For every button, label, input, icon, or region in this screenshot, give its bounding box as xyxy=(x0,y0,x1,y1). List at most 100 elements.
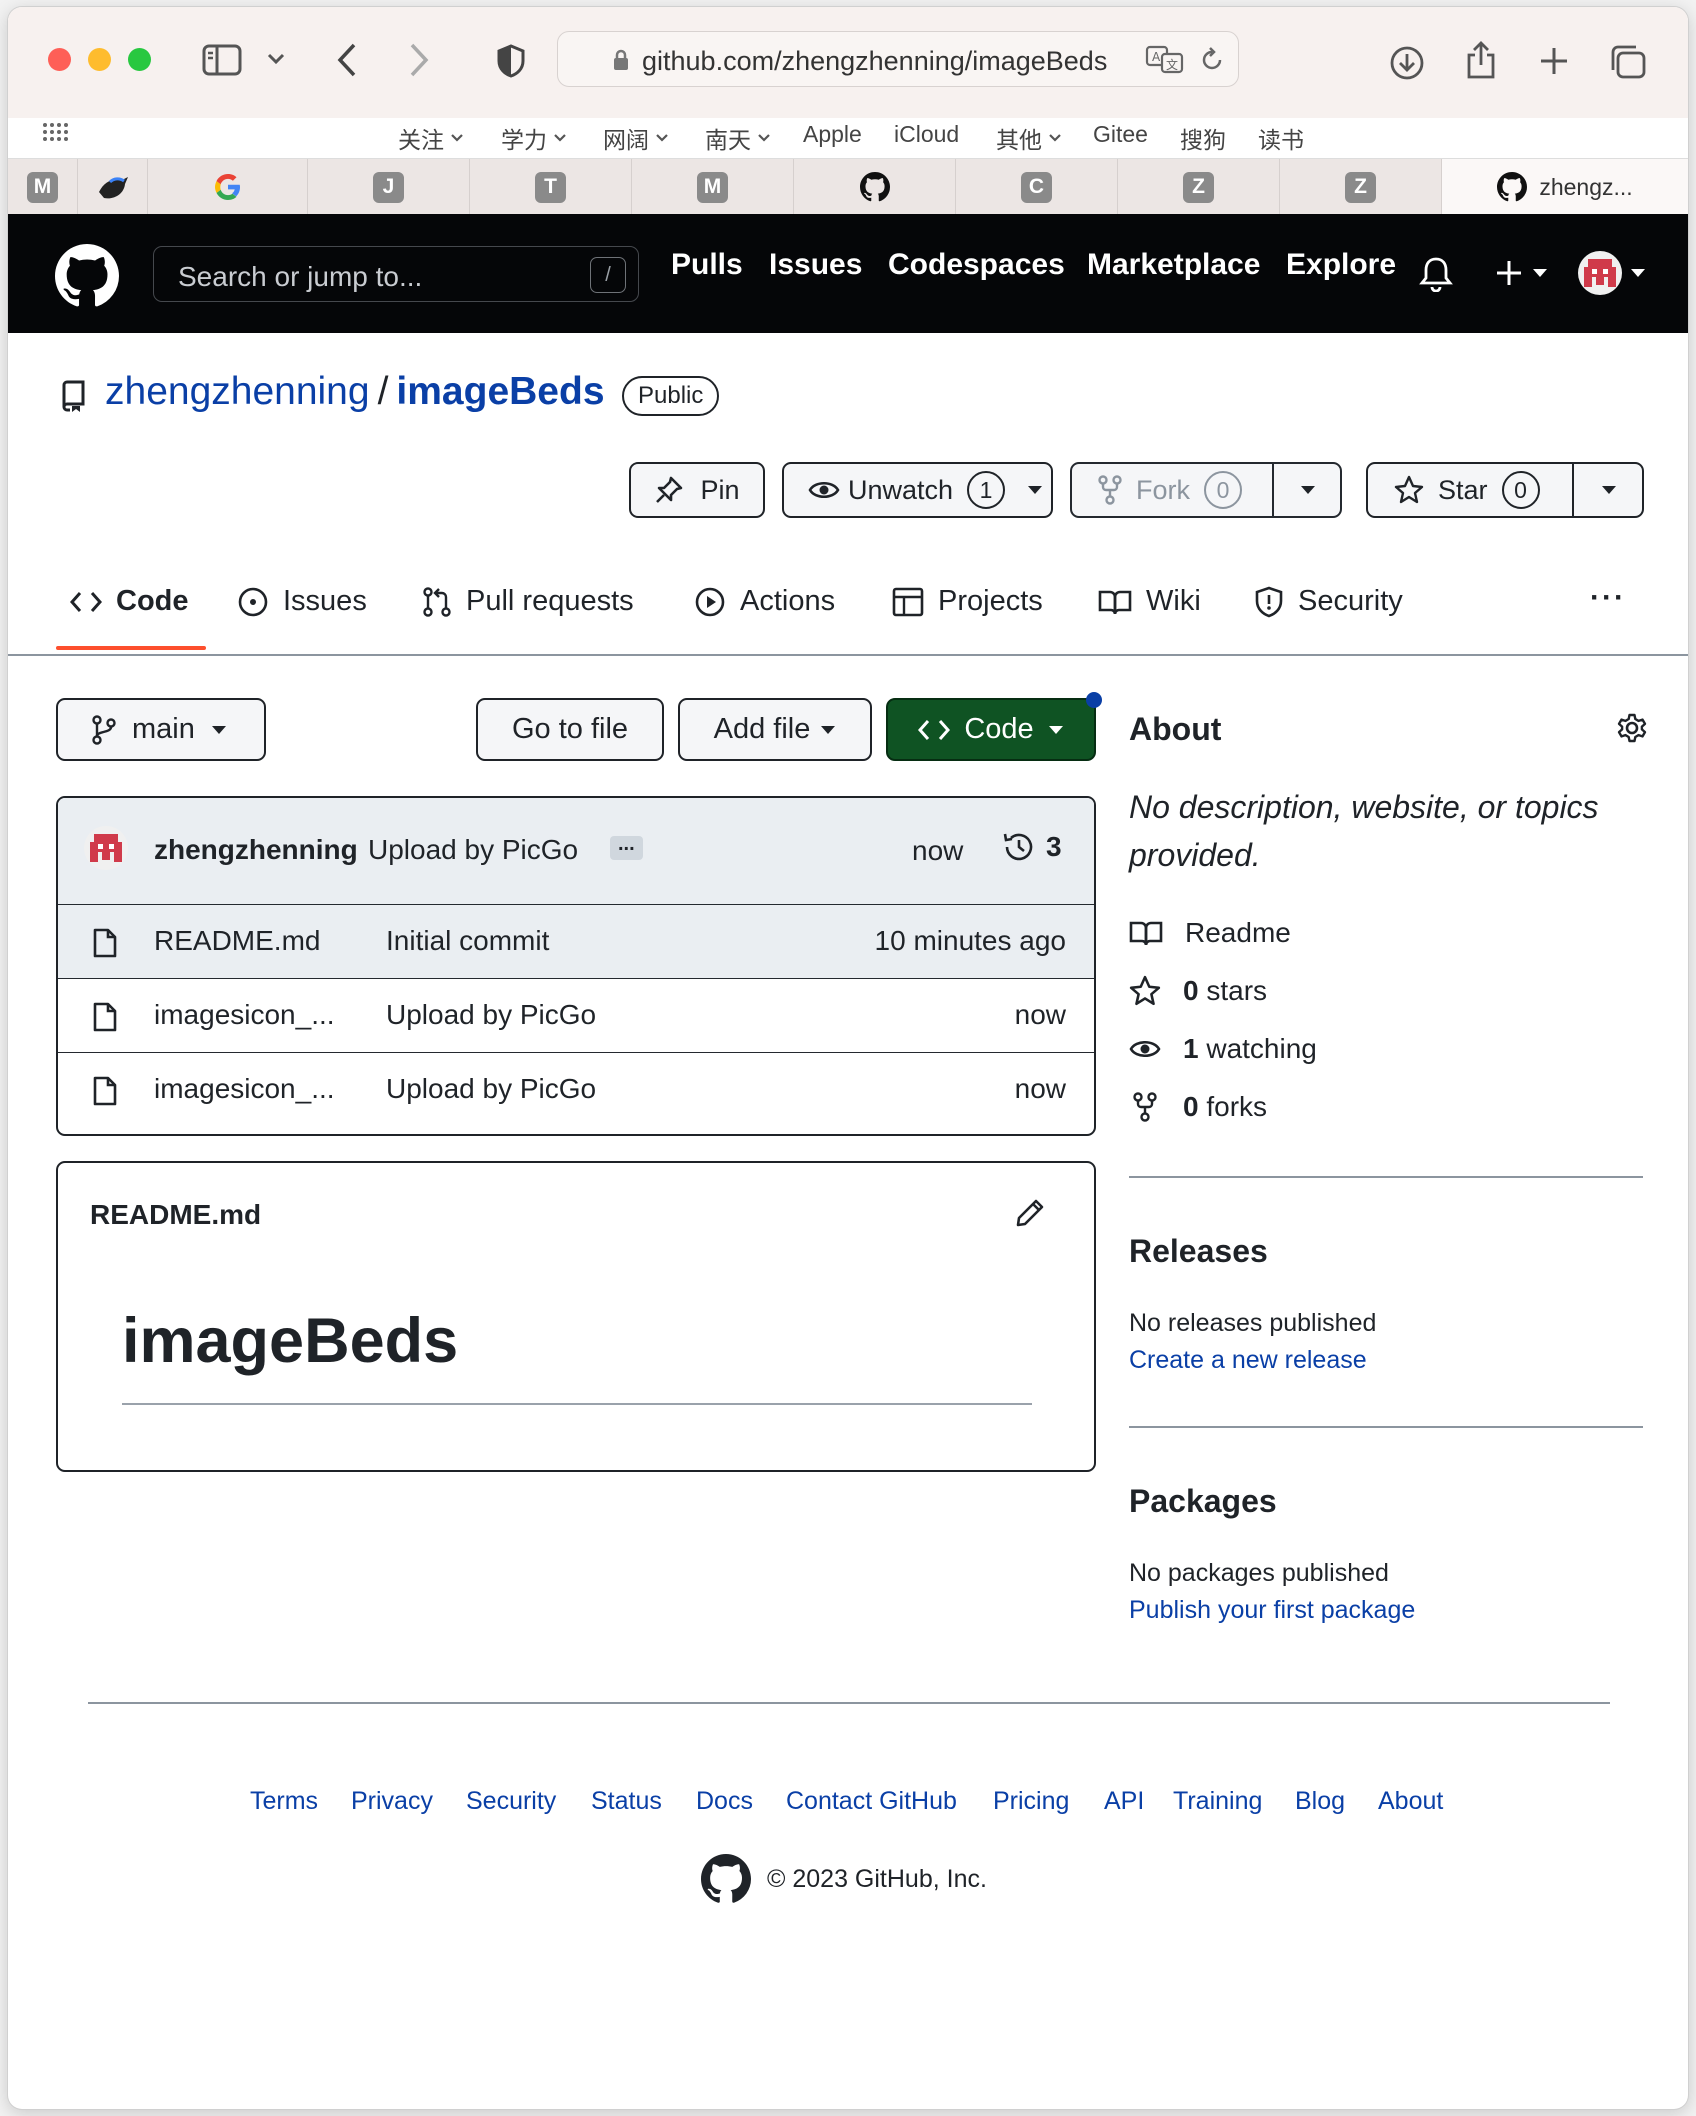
nav-codespaces[interactable]: Codespaces xyxy=(888,248,1065,282)
commit-history-link[interactable]: 3 xyxy=(1002,830,1062,864)
bookmark-apple[interactable]: Apple xyxy=(803,121,862,148)
tab-projects[interactable]: Projects xyxy=(892,585,1043,618)
bookmark-dushu[interactable]: 读书 xyxy=(1258,121,1304,155)
pencil-icon[interactable] xyxy=(1014,1197,1046,1229)
browser-tab[interactable] xyxy=(794,159,956,215)
stars-link[interactable]: 0 stars xyxy=(1129,975,1267,1007)
tab-wiki[interactable]: Wiki xyxy=(1098,585,1201,618)
forward-icon[interactable] xyxy=(406,41,432,79)
footer-link-pricing[interactable]: Pricing xyxy=(993,1787,1069,1816)
tab-security[interactable]: Security xyxy=(1254,585,1403,618)
github-logo-icon[interactable] xyxy=(701,1854,751,1904)
commit-details-toggle[interactable]: ... xyxy=(610,834,643,860)
file-commit-message[interactable]: Upload by PicGo xyxy=(386,999,596,1031)
browser-tab[interactable]: Z xyxy=(1118,159,1280,215)
browser-tab[interactable]: J xyxy=(308,159,470,215)
share-icon[interactable] xyxy=(1464,39,1498,81)
create-new-menu[interactable] xyxy=(1494,258,1548,288)
reload-icon[interactable] xyxy=(1200,46,1224,72)
go-to-file-button[interactable]: Go to file xyxy=(476,698,664,761)
close-window-button[interactable] xyxy=(48,48,71,71)
nav-issues[interactable]: Issues xyxy=(769,248,862,282)
releases-title[interactable]: Releases xyxy=(1129,1233,1268,1270)
footer-link-terms[interactable]: Terms xyxy=(250,1787,318,1816)
browser-tab[interactable]: M xyxy=(632,159,794,215)
browser-tab[interactable]: T xyxy=(470,159,632,215)
packages-title[interactable]: Packages xyxy=(1129,1483,1277,1520)
shield-icon[interactable] xyxy=(494,43,528,79)
code-button[interactable]: Code xyxy=(886,698,1096,761)
bookmark-folder[interactable]: 关注 xyxy=(398,121,464,155)
branch-select[interactable]: main xyxy=(56,698,266,761)
star-button[interactable]: Star 0 xyxy=(1368,464,1574,516)
bookmark-folder[interactable]: 南天 xyxy=(705,121,771,155)
readme-link[interactable]: Readme xyxy=(1129,917,1291,949)
table-row[interactable]: imagesicon_... Upload by PicGo now xyxy=(58,1052,1094,1126)
footer-link-blog[interactable]: Blog xyxy=(1295,1787,1345,1816)
publish-package-link[interactable]: Publish your first package xyxy=(1129,1596,1415,1625)
table-row[interactable]: imagesicon_... Upload by PicGo now xyxy=(58,978,1094,1052)
address-bar[interactable]: github.com/zhengzhenning/imageBeds A文 xyxy=(557,31,1239,87)
bookmark-gitee[interactable]: Gitee xyxy=(1093,121,1148,148)
footer-link-contact[interactable]: Contact GitHub xyxy=(786,1787,957,1816)
footer-link-status[interactable]: Status xyxy=(591,1787,662,1816)
more-tabs-button[interactable]: ··· xyxy=(1590,581,1626,615)
create-release-link[interactable]: Create a new release xyxy=(1129,1346,1367,1375)
tab-overview-icon[interactable] xyxy=(1608,43,1648,81)
bookmark-folder[interactable]: 学力 xyxy=(501,121,567,155)
forks-link[interactable]: 0 forks xyxy=(1129,1091,1267,1123)
repo-name-link[interactable]: imageBeds xyxy=(396,370,604,414)
nav-marketplace[interactable]: Marketplace xyxy=(1087,248,1260,282)
browser-tab[interactable]: C xyxy=(956,159,1118,215)
sidebar-icon[interactable] xyxy=(201,43,243,77)
browser-tab-active[interactable]: zhengz... xyxy=(1442,159,1688,215)
apps-grid-icon[interactable] xyxy=(41,120,69,144)
user-menu[interactable] xyxy=(1578,251,1646,295)
chevron-down-icon[interactable] xyxy=(266,49,286,69)
bookmark-folder[interactable]: 其他 xyxy=(996,121,1062,155)
browser-tab[interactable]: M xyxy=(8,159,78,215)
fork-button[interactable]: Fork 0 xyxy=(1072,464,1274,516)
footer-link-training[interactable]: Training xyxy=(1173,1787,1262,1816)
gear-icon[interactable] xyxy=(1616,712,1648,744)
pin-button[interactable]: Pin xyxy=(629,462,765,518)
commit-author[interactable]: zhengzhenning xyxy=(154,834,358,866)
nav-explore[interactable]: Explore xyxy=(1286,248,1396,282)
search-input[interactable]: Search or jump to... / xyxy=(153,246,639,302)
footer-link-docs[interactable]: Docs xyxy=(696,1787,753,1816)
table-row[interactable]: README.md Initial commit 10 minutes ago xyxy=(58,904,1094,978)
new-tab-icon[interactable] xyxy=(1538,45,1570,77)
footer-link-api[interactable]: API xyxy=(1104,1787,1144,1816)
browser-tab[interactable] xyxy=(78,159,148,215)
bookmark-icloud[interactable]: iCloud xyxy=(894,121,959,148)
watching-link[interactable]: 1 watching xyxy=(1129,1033,1317,1065)
add-file-button[interactable]: Add file xyxy=(678,698,872,761)
tab-issues[interactable]: Issues xyxy=(237,585,367,618)
star-dropdown[interactable] xyxy=(1576,464,1642,516)
nav-pulls[interactable]: Pulls xyxy=(671,248,743,282)
browser-tab[interactable] xyxy=(148,159,308,215)
bookmark-sougou[interactable]: 搜狗 xyxy=(1180,121,1226,155)
tab-pull-requests[interactable]: Pull requests xyxy=(422,585,634,618)
file-commit-message[interactable]: Initial commit xyxy=(386,925,549,957)
download-icon[interactable] xyxy=(1388,44,1426,82)
file-name[interactable]: README.md xyxy=(154,925,320,957)
footer-link-privacy[interactable]: Privacy xyxy=(351,1787,433,1816)
translate-icon[interactable]: A文 xyxy=(1145,44,1185,74)
github-logo-icon[interactable] xyxy=(55,244,119,308)
unwatch-button[interactable]: Unwatch 1 xyxy=(782,462,1053,518)
back-icon[interactable] xyxy=(334,41,360,79)
tab-actions[interactable]: Actions xyxy=(694,585,835,618)
fork-dropdown[interactable] xyxy=(1276,464,1340,516)
repo-owner-link[interactable]: zhengzhenning xyxy=(105,370,370,414)
footer-link-about[interactable]: About xyxy=(1378,1787,1443,1816)
file-name[interactable]: imagesicon_... xyxy=(154,999,335,1031)
file-commit-message[interactable]: Upload by PicGo xyxy=(386,1073,596,1105)
commit-message[interactable]: Upload by PicGo xyxy=(368,834,578,866)
tab-code[interactable]: Code xyxy=(70,585,189,618)
file-name[interactable]: imagesicon_... xyxy=(154,1073,335,1105)
browser-tab[interactable]: Z xyxy=(1280,159,1442,215)
footer-link-security[interactable]: Security xyxy=(466,1787,556,1816)
zoom-window-button[interactable] xyxy=(128,48,151,71)
bookmark-folder[interactable]: 网阔 xyxy=(603,121,669,155)
